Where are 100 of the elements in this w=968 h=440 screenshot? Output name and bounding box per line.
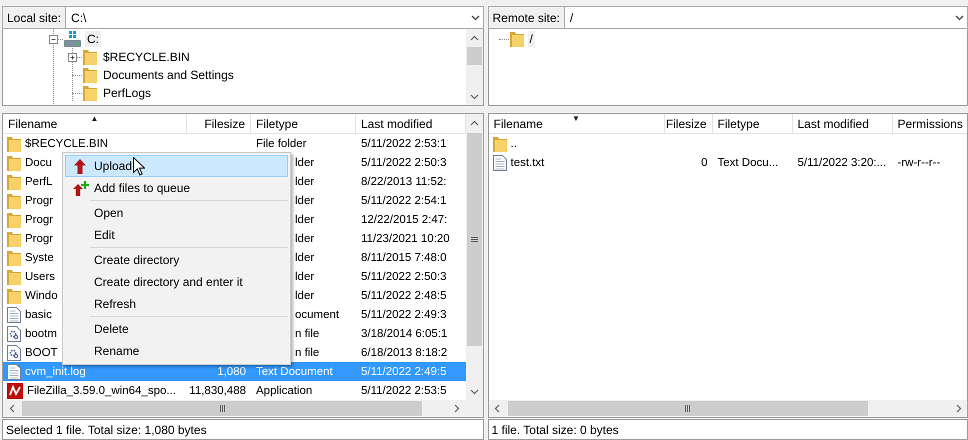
grip-icon [470,237,478,242]
column-header[interactable]: Filetype [251,114,356,133]
scroll-up-icon[interactable] [470,120,478,126]
menu-item[interactable]: Refresh [65,293,288,315]
file-type: lder [295,214,314,226]
folder-icon [7,192,21,208]
scrollbar[interactable] [466,29,482,105]
menu-item[interactable]: Create directory [65,249,288,271]
tree-item[interactable]: $RECYCLE.BIN [101,49,192,65]
file-name: Syste [25,252,54,264]
app-icon [7,382,23,398]
modified-date: 5/11/2022 2:54:1 [361,194,446,206]
drive-icon [64,31,81,47]
menu-item[interactable]: Upload [65,155,288,177]
file-name: Users [25,270,56,282]
modified-date: 5/11/2022 2:53:1 [361,138,446,150]
file-name: Progr [25,214,54,226]
folder-icon [492,136,506,152]
scroll-down-icon[interactable] [470,94,478,100]
column-header[interactable]: Last modified [792,114,892,133]
menu-item[interactable]: Create directory and enter it [65,271,288,293]
tree-item[interactable]: C: [85,31,101,47]
text-file-icon [7,364,21,380]
folder-icon [7,154,21,170]
scroll-left-icon[interactable] [494,404,500,413]
modified-date: 6/18/2013 8:18:2 [361,346,448,358]
scroll-right-icon[interactable] [454,404,460,413]
column-header[interactable]: Filename ▲ [3,114,187,133]
path-combo[interactable]: C:\ [66,6,484,29]
gear-file-icon [7,326,21,342]
status-bar: Selected 1 file. Total size: 1,080 bytes [2,419,484,440]
file-name: test.txt [510,156,544,168]
file-name: FileZilla_3.59.0_win64_spo... [27,384,176,396]
file-size: 11,830,488 [189,384,246,396]
status-bar: 1 file. Total size: 0 bytes [488,419,968,440]
sort-arrow: ▼ [572,114,580,123]
modified-date: 5/11/2022 2:50:3 [361,156,446,168]
folder-icon [7,212,21,228]
tree-item[interactable]: / [528,31,535,47]
tree-item[interactable]: Documents and Settings [101,67,236,83]
file-type: Text Docu... [718,156,778,168]
scroll-down-icon[interactable] [470,388,478,394]
folder-icon [83,67,97,83]
file-size: 0 [701,156,708,168]
scrollbar[interactable] [488,400,967,417]
scroll-up-icon[interactable] [470,34,478,40]
scroll-right-icon[interactable] [956,404,962,413]
collapse-icon[interactable] [49,34,58,44]
modified-date: 3/18/2014 6:05:1 [361,328,448,340]
menu-item[interactable]: Delete [65,318,288,340]
modified-date: 5/11/2022 3:20:... [798,156,886,168]
column-header[interactable]: Filesize [664,114,712,133]
modified-date: 11/23/2021 10:20 [361,232,450,244]
modified-date: 12/22/2015 2:47: [361,214,448,226]
scroll-thumb[interactable] [508,401,868,416]
menu-item[interactable]: Add files to queue [65,177,288,199]
column-header[interactable]: Filetype [712,114,792,133]
site-label: Local site: [2,6,66,29]
file-type: lder [295,232,314,244]
modified-date: 5/11/2022 2:48:5 [361,290,446,302]
menu-item[interactable]: Open [65,202,288,224]
file-type: n file [295,346,320,358]
add-queue-icon [72,180,88,196]
expand-icon[interactable] [68,52,77,62]
cursor-icon [133,157,145,176]
scroll-left-icon[interactable] [8,404,14,413]
file-type: lder [295,270,314,282]
file-name: cvm_init.log [25,366,86,378]
file-name: Docu [25,156,52,168]
folder-icon [7,250,21,266]
gear-file-icon [7,344,21,360]
column-header[interactable]: Permissions [892,114,967,133]
permissions-text: -rw-r--r-- [898,156,940,168]
scroll-thumb[interactable] [22,401,422,416]
file-type: lder [295,176,314,188]
file-size: 1,080 [217,366,246,378]
scroll-thumb[interactable] [466,133,482,346]
file-name: Progr [25,232,54,244]
scrollbar[interactable] [466,114,482,400]
file-name: .. [510,138,517,150]
modified-date: 5/11/2022 2:49:5 [361,366,446,378]
column-header[interactable]: Filesize [187,114,251,133]
tree-item[interactable]: PerfLogs [101,85,154,101]
column-header[interactable]: Filename ▼ [488,114,664,133]
menu-item[interactable]: Rename [65,340,288,362]
path-combo[interactable]: / [564,6,968,29]
scrollbar[interactable] [3,400,466,417]
upload-arrow-icon [73,158,87,174]
file-type: lder [295,252,314,264]
file-name: Windo [25,290,58,302]
menu-item[interactable]: Edit [65,224,288,246]
text-file-icon [492,154,506,170]
modified-date: 8/11/2015 7:48:0 [361,252,446,264]
site-label: Remote site: [488,6,565,29]
text-file-icon [7,306,21,322]
folder-icon [7,136,21,152]
sort-arrow: ▲ [90,114,98,123]
scroll-thumb[interactable] [466,47,482,65]
folder-icon [7,288,21,304]
file-type: Application [256,384,312,396]
